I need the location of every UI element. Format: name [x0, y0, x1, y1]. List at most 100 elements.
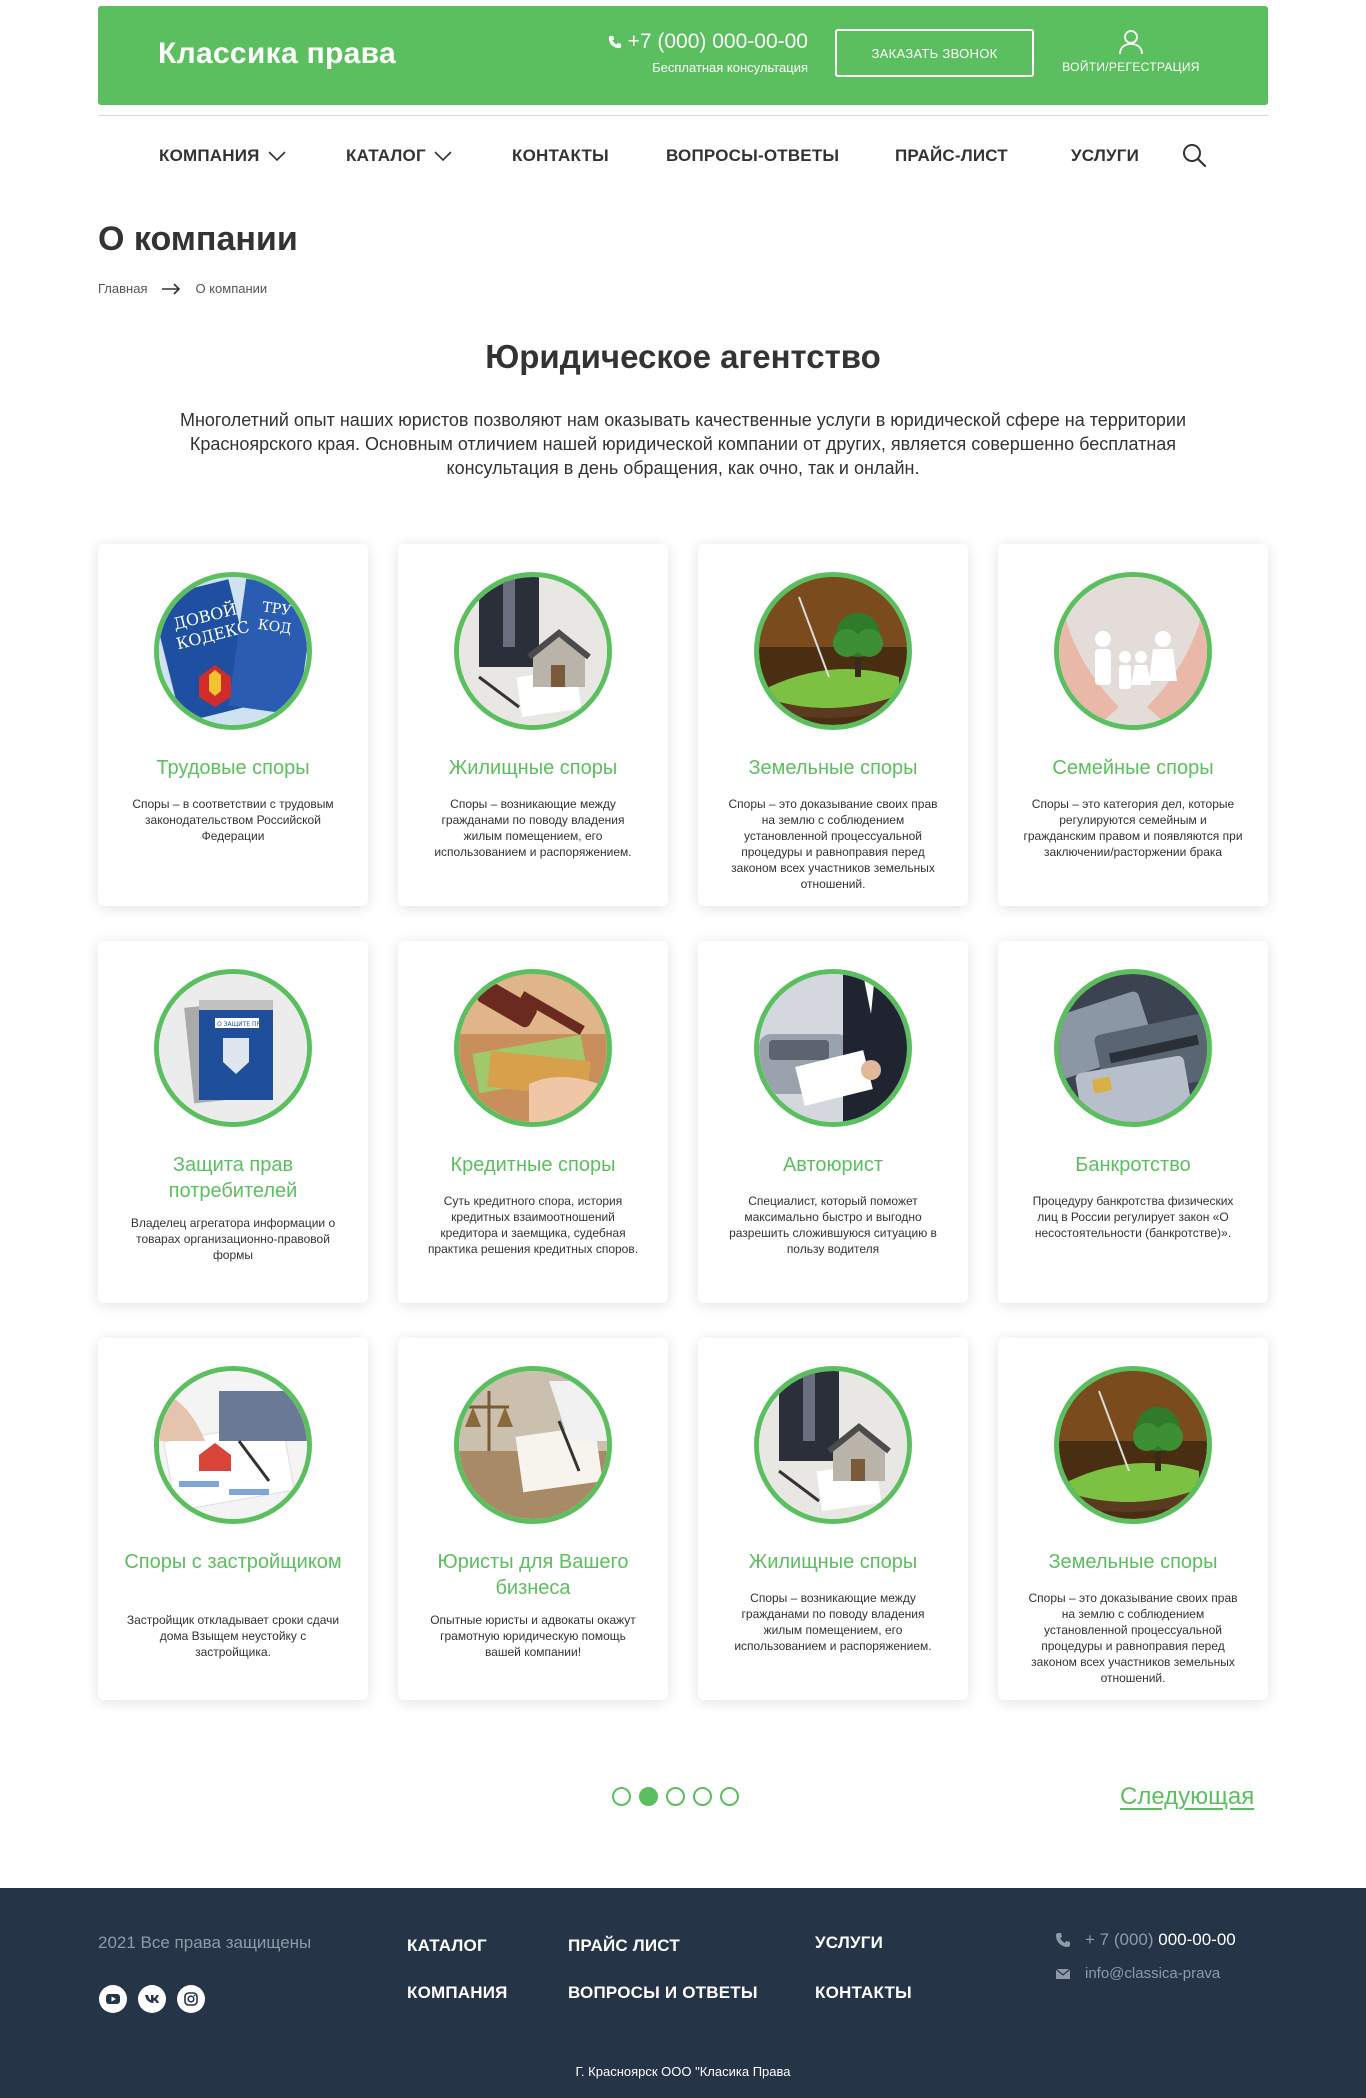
business-lawyer-image: [454, 1366, 612, 1524]
phone-icon: [608, 35, 621, 49]
card-title: Кредитные споры: [450, 1154, 616, 1176]
mail-icon: [1055, 1968, 1071, 1979]
nav-item-label: ВОПРОСЫ-ОТВЕТЫ: [666, 146, 840, 165]
pagination-dot[interactable]: [720, 1787, 739, 1806]
nav-item-contacts[interactable]: КОНТАКТЫ: [512, 146, 609, 166]
breadcrumb: Главная О компании: [98, 281, 267, 296]
section-title: Юридическое агентство: [485, 338, 881, 375]
card-description: Споры – это категория дел, которые регул…: [1023, 797, 1243, 859]
service-card-credit[interactable]: Кредитные споры Суть кредитного спора, и…: [398, 941, 668, 1303]
card-description: Застройщик откладывает сроки сдачи дома …: [126, 1613, 340, 1659]
card-title: Жилищные споры: [448, 757, 618, 779]
service-card-business[interactable]: Юристы для Вашего бизнеса Опытные юристы…: [398, 1338, 668, 1700]
arrow-right-icon: [162, 282, 181, 295]
card-title: Споры с застройщиком: [124, 1551, 342, 1573]
header-phone[interactable]: +7 (000) 000-00-00: [576, 30, 808, 54]
card-description: Споры – в соответствии с трудовым законо…: [132, 797, 334, 843]
footer-link-services[interactable]: УСЛУГИ: [815, 1933, 883, 1953]
copyright: 2021 Все права защищены: [98, 1933, 312, 1952]
card-title: Банкротство: [1075, 1154, 1191, 1176]
card-title: Земельные споры: [1048, 1551, 1218, 1573]
family-hands-image: [1054, 572, 1212, 730]
land-tree-image: [754, 572, 912, 730]
next-page-link[interactable]: Следующая: [1120, 1783, 1254, 1811]
nav-item-label: УСЛУГИ: [1071, 146, 1139, 165]
login-label: ВОЙТИ/РЕГЕСТРАЦИЯ: [1062, 60, 1200, 74]
footer-link-contacts[interactable]: КОНТАКТЫ: [815, 1983, 912, 2003]
service-card-bankruptcy[interactable]: Банкротство Процедуру банкротства физиче…: [998, 941, 1268, 1303]
page-title: О компании: [98, 220, 298, 258]
pagination-dot-active[interactable]: [639, 1787, 658, 1806]
footer-link-pricelist[interactable]: ПРАЙС ЛИСТ: [568, 1936, 680, 1956]
credit-cards-image: [1054, 969, 1212, 1127]
house-deal-image: [454, 572, 612, 730]
svg-text:О ЗАЩИТЕ ПРАВ: О ЗАЩИТЕ ПРАВ: [217, 1021, 268, 1028]
header-phone-number: +7 (000) 000-00-00: [627, 30, 808, 53]
service-card-housing-2[interactable]: Жилищные споры Споры – возникающие между…: [698, 1338, 968, 1700]
card-title: Семейные споры: [1052, 757, 1214, 779]
card-description: Опытные юристы и адвокаты окажут грамотн…: [430, 1613, 636, 1659]
service-card-autolawyer[interactable]: Автоюрист Специалист, который поможет ма…: [698, 941, 968, 1303]
footer-address: Г. Красноярск ООО "Класика Права: [575, 2064, 791, 2079]
header-bar: Классика права +7 (000) 000-00-00 Беспла…: [98, 6, 1268, 105]
nav-item-company[interactable]: КОМПАНИЯ: [159, 146, 286, 166]
card-description: Суть кредитного спора, история кредитных…: [427, 1194, 639, 1256]
land-tree-image: [1054, 1366, 1212, 1524]
search-icon[interactable]: [1181, 142, 1207, 168]
chevron-down-icon: [434, 151, 452, 162]
phone-subtitle: Бесплатная консультация: [652, 60, 808, 75]
instagram-icon[interactable]: [177, 1985, 205, 2013]
card-description: Споры – это доказывание своих прав на зе…: [1028, 1591, 1238, 1685]
nav-item-label: ПРАЙС-ЛИСТ: [895, 146, 1008, 165]
user-icon: [1119, 30, 1143, 55]
service-card-consumer[interactable]: О ЗАЩИТЕ ПРАВ Защита прав потребителей В…: [98, 941, 368, 1303]
card-description: Споры – возникающие между гражданами по …: [434, 797, 632, 859]
pagination-dot[interactable]: [693, 1787, 712, 1806]
card-description: Владелец агрегатора информации о товарах…: [130, 1216, 336, 1262]
service-card-labor[interactable]: ДОВОЙ КОДЕКС ТРУ КОД Трудовые споры Споры –…: [98, 544, 368, 906]
nav-item-label: КОМПАНИЯ: [159, 146, 260, 165]
nav-item-label: КОНТАКТЫ: [512, 146, 609, 165]
vk-icon[interactable]: [138, 1985, 166, 2013]
footer-email-text: info@classica-prava: [1085, 1965, 1221, 1982]
service-card-family[interactable]: Семейные споры Споры – это категория дел…: [998, 544, 1268, 906]
service-card-land-2[interactable]: Земельные споры Споры – это доказывание …: [998, 1338, 1268, 1700]
card-description: Споры – это доказывание своих прав на зе…: [728, 797, 938, 891]
footer: 2021 Все права защищены КАТАЛОГ ПРАЙС ЛИ…: [0, 1888, 1366, 2098]
footer-phone[interactable]: + 7 (000) 000-00-00: [1055, 1930, 1236, 1950]
card-description: Специалист, который поможет максимально …: [729, 1194, 937, 1256]
footer-email[interactable]: info@classica-prava: [1055, 1965, 1220, 1982]
nav-divider: [98, 115, 1268, 116]
card-title: Юристы для Вашего бизнеса: [437, 1551, 629, 1599]
callback-button[interactable]: ЗАКАЗАТЬ ЗВОНОК: [835, 29, 1034, 77]
phone-block: +7 (000) 000-00-00 Бесплатная консультац…: [576, 30, 808, 75]
card-title: Автоюрист: [782, 1154, 884, 1176]
service-card-developer[interactable]: Споры с застройщиком Застройщик откладыв…: [98, 1338, 368, 1700]
service-card-land[interactable]: Земельные споры Споры – это доказывание …: [698, 544, 968, 906]
service-card-housing[interactable]: Жилищные споры Споры – возникающие между…: [398, 544, 668, 906]
house-deal-image: [754, 1366, 912, 1524]
login-button[interactable]: ВОЙТИ/РЕГЕСТРАЦИЯ: [1060, 28, 1202, 74]
youtube-icon[interactable]: [99, 1985, 127, 2013]
logo[interactable]: Классика права: [158, 37, 396, 71]
intro-text: Многолетний опыт наших юристов позволяют…: [179, 410, 1187, 478]
footer-link-faq[interactable]: ВОПРОСЫ И ОТВЕТЫ: [568, 1983, 758, 2003]
pagination-dot[interactable]: [666, 1787, 685, 1806]
pagination-dot[interactable]: [612, 1787, 631, 1806]
auto-lawyer-image: [754, 969, 912, 1127]
footer-link-company[interactable]: КОМПАНИЯ: [407, 1983, 508, 2003]
developer-documents-image: [154, 1366, 312, 1524]
gavel-money-image: [454, 969, 612, 1127]
breadcrumb-current: О компании: [195, 281, 268, 296]
consumer-law-book-image: О ЗАЩИТЕ ПРАВ: [154, 969, 312, 1127]
footer-phone-prefix: + 7 (000): [1085, 1930, 1154, 1949]
card-description: Споры – возникающие между гражданами по …: [734, 1591, 932, 1653]
nav-item-services[interactable]: УСЛУГИ: [1071, 146, 1139, 166]
nav-item-pricelist[interactable]: ПРАЙС-ЛИСТ: [895, 146, 1008, 166]
pagination: [612, 1787, 739, 1806]
footer-phone-number: 000-00-00: [1158, 1930, 1236, 1949]
breadcrumb-home[interactable]: Главная: [98, 281, 147, 296]
nav-item-faq[interactable]: ВОПРОСЫ-ОТВЕТЫ: [666, 146, 839, 166]
footer-link-catalog[interactable]: КАТАЛОГ: [407, 1936, 487, 1956]
nav-item-catalog[interactable]: КАТАЛОГ: [346, 146, 452, 166]
